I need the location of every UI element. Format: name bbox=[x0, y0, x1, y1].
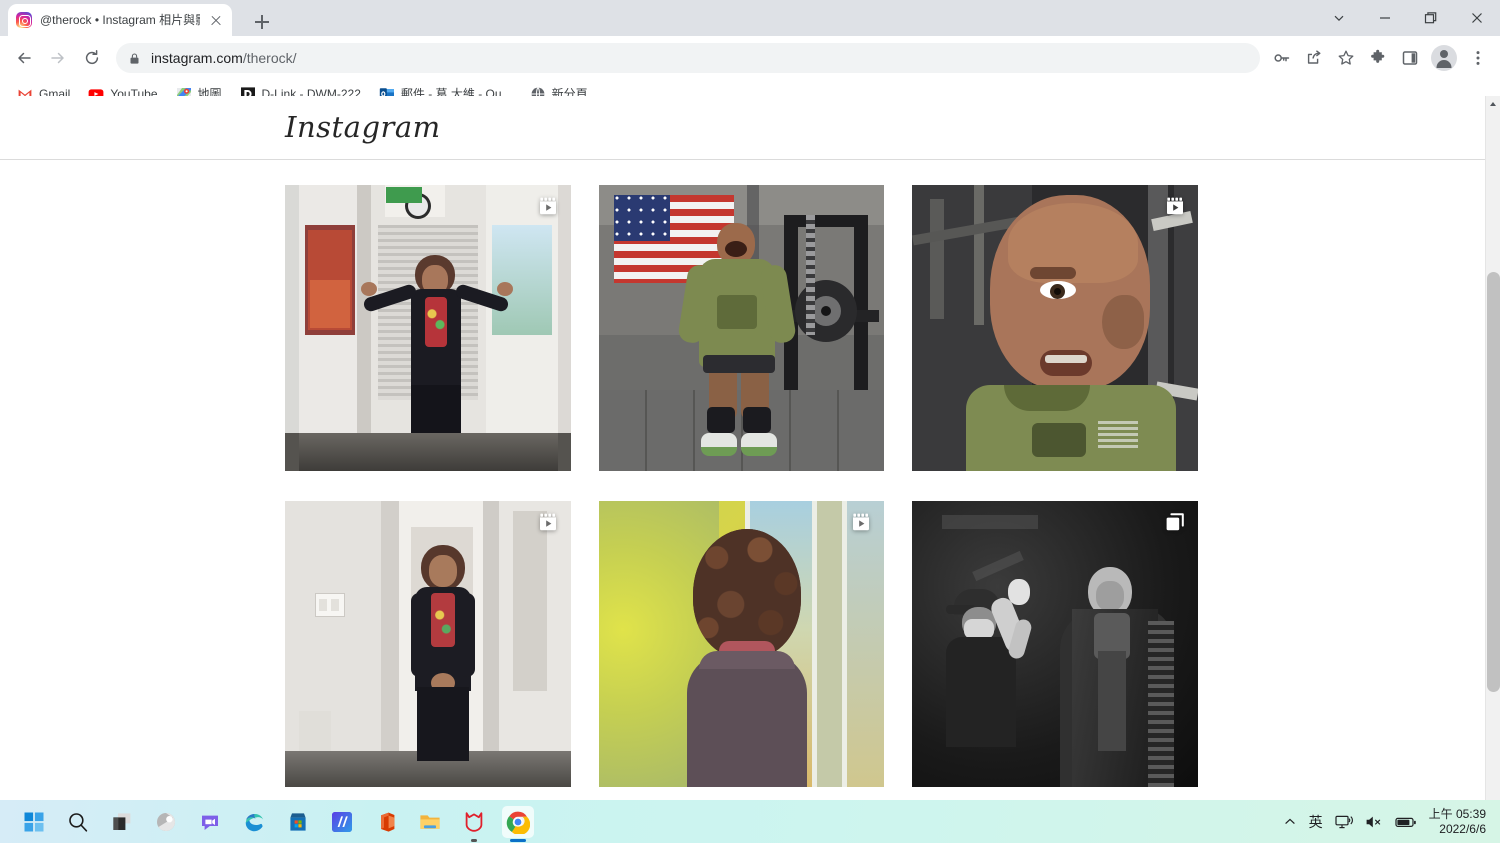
post-thumbnail[interactable] bbox=[912, 501, 1199, 787]
posts-grid bbox=[285, 185, 1199, 800]
microsoft-store-button[interactable] bbox=[282, 806, 314, 838]
antivirus-button[interactable] bbox=[458, 806, 490, 842]
reels-icon bbox=[1164, 195, 1186, 217]
file-explorer-button[interactable] bbox=[414, 806, 446, 838]
profile-tabs: 貼文 REELS bbox=[0, 152, 1485, 166]
profile-avatar-icon[interactable] bbox=[1431, 45, 1457, 71]
reels-icon bbox=[537, 511, 559, 533]
screen: @therock • Instagram 相片與影 instagram.com/… bbox=[0, 0, 1500, 843]
back-arrow-icon[interactable] bbox=[8, 42, 40, 74]
running-indicator bbox=[471, 838, 477, 842]
network-icon[interactable] bbox=[1335, 814, 1353, 830]
instagram-page: Instagram 搜尋 登入 註冊 bbox=[0, 96, 1500, 800]
plus-icon[interactable] bbox=[248, 8, 276, 36]
password-key-icon[interactable] bbox=[1268, 44, 1296, 72]
forward-arrow-icon[interactable] bbox=[42, 42, 74, 74]
chrome-button[interactable] bbox=[502, 805, 534, 842]
scrollbar-thumb[interactable] bbox=[1487, 272, 1500, 692]
close-icon[interactable] bbox=[208, 12, 224, 28]
maximize-icon[interactable] bbox=[1408, 0, 1454, 36]
post-thumbnail[interactable] bbox=[912, 185, 1199, 471]
close-icon[interactable] bbox=[1454, 0, 1500, 36]
chrome-browser-window: @therock • Instagram 相片與影 instagram.com/… bbox=[0, 0, 1500, 800]
system-tray: 英 上午 05:39 2022/6/6 bbox=[1283, 807, 1486, 837]
clock-date: 2022/6/6 bbox=[1439, 821, 1486, 836]
tab-strip: @therock • Instagram 相片與影 bbox=[0, 0, 1500, 36]
start-button[interactable] bbox=[18, 806, 50, 838]
extensions-puzzle-icon[interactable] bbox=[1364, 44, 1392, 72]
toolbar-icons bbox=[1268, 44, 1492, 72]
address-bar[interactable]: instagram.com/therock/ bbox=[116, 43, 1260, 73]
reels-icon bbox=[537, 195, 559, 217]
browser-toolbar: instagram.com/therock/ bbox=[0, 36, 1500, 80]
instagram-header bbox=[0, 96, 1485, 160]
reload-icon[interactable] bbox=[76, 42, 108, 74]
minimize-icon[interactable] bbox=[1362, 0, 1408, 36]
carousel-icon bbox=[1164, 511, 1186, 533]
lock-icon bbox=[128, 52, 141, 65]
running-indicator bbox=[510, 838, 526, 842]
url-path: /therock/ bbox=[242, 50, 297, 66]
post-thumbnail[interactable] bbox=[285, 185, 571, 471]
reels-icon bbox=[850, 511, 872, 533]
instagram-icon bbox=[16, 12, 32, 28]
app-button[interactable] bbox=[326, 806, 358, 838]
office-button[interactable] bbox=[370, 806, 402, 838]
window-controls bbox=[1316, 0, 1500, 36]
taskbar-clock[interactable]: 上午 05:39 2022/6/6 bbox=[1429, 807, 1486, 837]
instagram-logo[interactable]: Instagram bbox=[285, 110, 441, 144]
bookmark-star-icon[interactable] bbox=[1332, 44, 1360, 72]
search-button[interactable] bbox=[62, 806, 94, 838]
post-thumbnail[interactable] bbox=[598, 185, 885, 471]
post-thumbnail[interactable] bbox=[598, 501, 885, 787]
url-domain: instagram.com bbox=[151, 50, 243, 66]
browser-tab[interactable]: @therock • Instagram 相片與影 bbox=[8, 4, 232, 36]
page-scrollbar[interactable] bbox=[1485, 96, 1500, 800]
windows-taskbar: 英 上午 05:39 2022/6/6 bbox=[0, 800, 1500, 843]
grid-row bbox=[285, 185, 1199, 471]
chevron-up-icon[interactable] bbox=[1283, 815, 1297, 829]
side-panel-icon[interactable] bbox=[1396, 44, 1424, 72]
taskbar-apps bbox=[18, 805, 534, 842]
share-icon[interactable] bbox=[1300, 44, 1328, 72]
edge-button[interactable] bbox=[238, 806, 270, 838]
scroll-up-icon[interactable] bbox=[1486, 96, 1500, 112]
widgets-button[interactable] bbox=[150, 806, 182, 838]
chat-button[interactable] bbox=[194, 806, 226, 838]
tab-title: @therock • Instagram 相片與影 bbox=[40, 13, 200, 27]
clock-time: 上午 05:39 bbox=[1428, 806, 1486, 821]
post-thumbnail[interactable] bbox=[285, 501, 571, 787]
task-view-button[interactable] bbox=[106, 806, 138, 838]
chevron-down-icon[interactable] bbox=[1316, 0, 1362, 36]
battery-icon[interactable] bbox=[1395, 815, 1417, 829]
three-dot-menu-icon[interactable] bbox=[1464, 44, 1492, 72]
grid-row bbox=[285, 501, 1199, 787]
url-text: instagram.com/therock/ bbox=[151, 50, 297, 66]
volume-muted-icon[interactable] bbox=[1365, 814, 1383, 830]
ime-indicator[interactable]: 英 bbox=[1309, 812, 1323, 832]
